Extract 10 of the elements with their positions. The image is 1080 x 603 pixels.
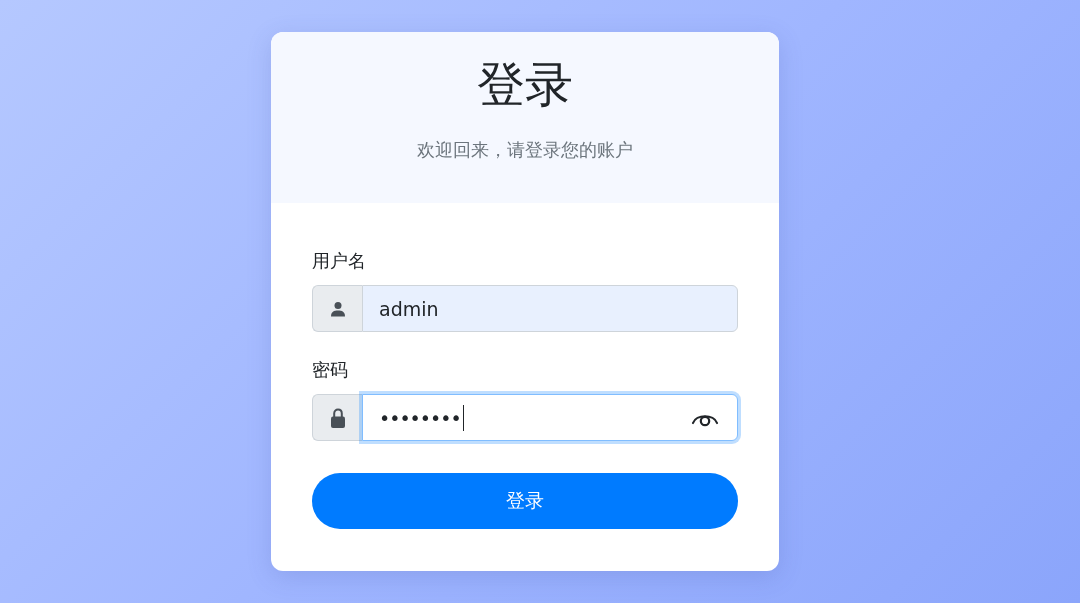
- person-icon: [329, 300, 346, 317]
- login-subtitle: 欢迎回来，请登录您的账户: [417, 138, 633, 162]
- text-cursor-icon: [462, 404, 464, 431]
- login-button[interactable]: 登录: [312, 473, 738, 529]
- lock-icon: [330, 407, 345, 428]
- field-label: 用户名: [312, 249, 366, 273]
- field-label: 密码: [312, 358, 348, 382]
- login-title: 登录: [477, 55, 573, 114]
- password-field[interactable]: ••••••••: [362, 394, 738, 441]
- username-field[interactable]: admin: [362, 285, 738, 332]
